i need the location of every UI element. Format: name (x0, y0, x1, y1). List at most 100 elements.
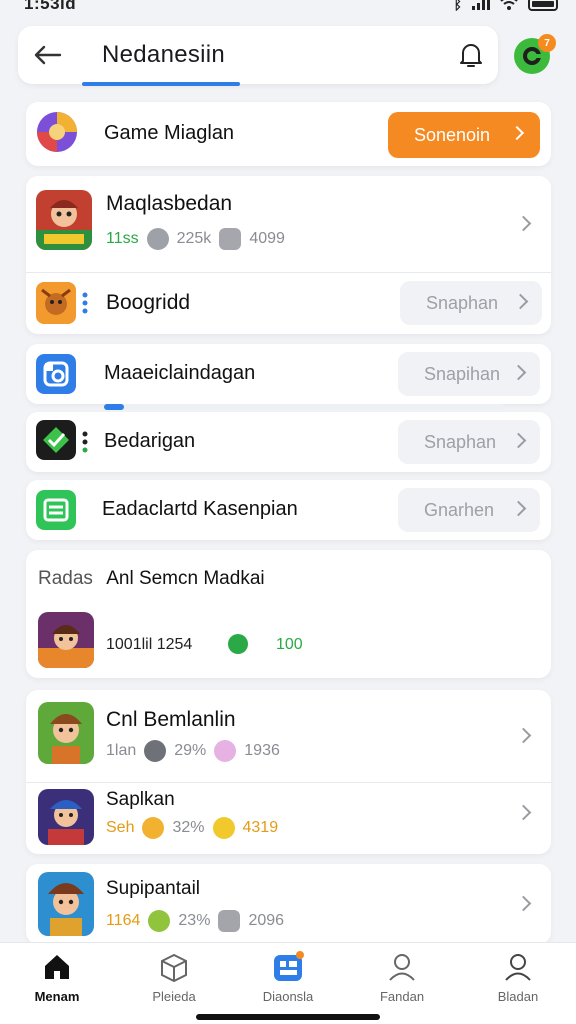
item-stats: 1lan 29% 1936 (106, 740, 280, 762)
notification-badge: 7 (538, 34, 556, 52)
user-icon (505, 954, 531, 981)
bluetooth-icon: ᛒ (453, 0, 462, 12)
cartoon-adventurer-icon (38, 612, 94, 668)
device-icon (218, 910, 241, 932)
list-item[interactable]: Boogridd Snaphan (26, 273, 551, 334)
status-bar: 1:53id ᛒ (0, 0, 576, 18)
stat-value: 225k (176, 230, 212, 247)
more-vertical-icon (82, 292, 88, 314)
game-group-card-3: Supipantail 1164 23% 2096 (26, 864, 551, 944)
item-action-label: Gnarhen (424, 499, 495, 520)
box-icon (161, 953, 187, 983)
wifi-icon (500, 0, 518, 10)
item-stats: Seh 32% 4319 (106, 817, 278, 839)
back-button[interactable] (32, 40, 64, 70)
item-title: Maqlasbedan (106, 192, 233, 215)
stat-value: Seh (106, 819, 135, 836)
nav-item-pleieda[interactable]: Pleieda (124, 951, 224, 1004)
stat-value: 4099 (249, 230, 285, 247)
cartoon-hero-blue-icon (38, 789, 94, 845)
list-item[interactable]: Maqlasbedan 11ss 225k 4099 (26, 176, 551, 272)
nav-item-fandan[interactable]: Fandan (352, 951, 452, 1004)
banner-action-button[interactable]: Sonenoin (388, 112, 540, 158)
game-group-card-2: Cnl Bemlanlin 1lan 29% 1936 Saplkan Seh … (26, 690, 551, 854)
shield-icon (212, 817, 235, 839)
chevron-right-icon (515, 895, 532, 912)
item-action-button[interactable]: Snapihan (398, 352, 540, 396)
item-stats: 1164 23% 2096 (106, 910, 284, 932)
list-item[interactable]: Bedarigan Snaphan (26, 412, 551, 472)
item-action-button[interactable]: Snaphan (398, 420, 540, 464)
stat-value: 1936 (244, 742, 280, 759)
stat-value: 23% (178, 912, 211, 929)
item-action-button[interactable]: Snaphan (400, 281, 542, 325)
section-heading-prefix: Radas (38, 568, 93, 589)
list-item[interactable]: Supipantail 1164 23% 2096 (26, 864, 551, 944)
list-item[interactable]: Saplkan Seh 32% 4319 (26, 783, 551, 854)
apps-icon (274, 951, 304, 981)
coin-icon (144, 740, 167, 762)
sparkle-icon (214, 740, 237, 762)
top-search-bar: Nedanesiin (18, 26, 498, 84)
status-icons: ᛒ (454, 0, 558, 12)
list-item[interactable]: Cnl Bemlanlin 1lan 29% 1936 (26, 690, 551, 782)
nav-label: Bladan (497, 989, 539, 1004)
hand-icon (219, 228, 242, 250)
nav-item-home[interactable]: Menam (7, 951, 107, 1004)
chevron-right-icon (515, 215, 532, 232)
chevron-right-icon (515, 727, 532, 744)
more-vertical-icon (82, 431, 88, 453)
featured-section-card: Radas Anl Semcn Madkai 1001lil 1254 100 (26, 550, 551, 678)
bottom-navigation: Menam Pleieda Diaonsla Fandan Bladan (0, 942, 576, 1024)
stat-value: 1lan (106, 742, 137, 759)
banner-game-icon (36, 110, 78, 154)
cartoon-explorer-icon (38, 702, 94, 764)
stat-value: 2096 (248, 912, 285, 929)
banner-action-label: Sonenoin (414, 124, 491, 145)
item-stats: 11ss 225k 4099 (106, 228, 285, 250)
nav-label: Menam (34, 989, 80, 1004)
download-progress-fill (104, 404, 124, 410)
section-heading-title: Anl Semcn Madkai (106, 568, 265, 589)
coin-icon (146, 228, 169, 250)
green-gem-icon (36, 420, 76, 460)
battery-icon (528, 0, 558, 11)
section-heading: Radas Anl Semcn Madkai (38, 568, 265, 590)
item-title: Eadaclartd Kasenpian (102, 498, 298, 520)
item-title: Supipantail (106, 878, 201, 899)
stat-value: 32% (172, 819, 205, 836)
nav-item-bladan[interactable]: Bladan (468, 951, 568, 1004)
cartoon-bear-icon (36, 282, 76, 324)
list-item[interactable]: Maaeiclaindagan Snapihan (26, 344, 551, 404)
item-title: Boogridd (106, 291, 191, 314)
item-action-button[interactable]: Gnarhen (398, 488, 540, 532)
nav-label: Fandan (379, 989, 425, 1004)
search-field[interactable]: Nedanesiin (84, 26, 494, 84)
item-action-label: Snaphan (424, 431, 497, 452)
item-score: 100 (276, 636, 303, 653)
item-title: Cnl Bemlanlin (106, 708, 236, 731)
notification-button[interactable] (456, 40, 486, 70)
home-indicator (196, 1014, 380, 1020)
document-list-icon (36, 490, 76, 530)
nav-label: Diaonsla (262, 989, 314, 1004)
item-title: Bedarigan (104, 430, 196, 452)
nav-item-diaonsla[interactable]: Diaonsla (238, 951, 338, 1004)
bell-icon (460, 44, 482, 67)
cartoon-hero-icon (36, 190, 92, 250)
chevron-right-icon (510, 364, 527, 381)
download-progress-bar (104, 404, 504, 410)
search-text: Nedanesiin (102, 41, 226, 68)
list-item[interactable]: Eadaclartd Kasenpian Gnarhen (26, 480, 551, 540)
profile-icon (389, 954, 415, 981)
home-icon (45, 955, 69, 979)
status-dot-icon (228, 634, 248, 654)
item-action-label: Snapihan (424, 363, 501, 384)
banner-card: Game Miaglan Sonenoin (26, 102, 551, 166)
item-action-label: Snaphan (426, 292, 499, 313)
nav-label: Pleieda (152, 989, 196, 1004)
item-title: Maaeiclaindagan (104, 362, 256, 384)
camera-app-icon (36, 354, 76, 394)
signal-icon (472, 0, 490, 10)
game-group-card-1: Maqlasbedan 11ss 225k 4099 Boogridd Snap… (26, 176, 551, 334)
